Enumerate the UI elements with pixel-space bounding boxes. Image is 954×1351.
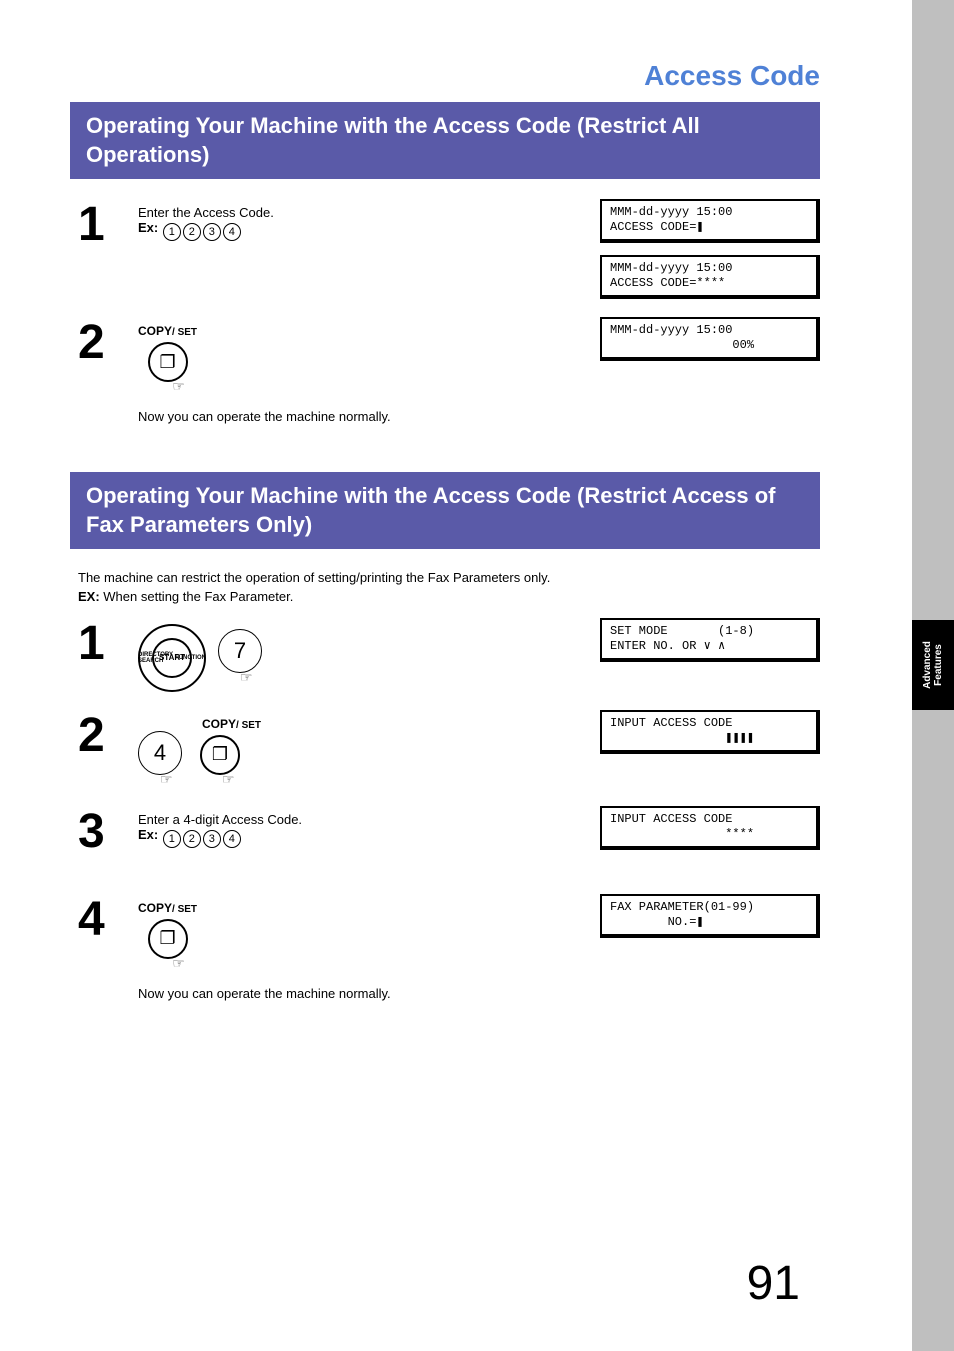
side-tab-line2: Features [933,644,944,686]
s1-step1-ex-label: Ex: [138,220,158,235]
s1-step1-lcd1: MMM-dd-yyyy 15:00 ACCESS CODE=❚ [600,199,820,243]
section2-intro-text: The machine can restrict the operation o… [78,570,550,585]
s2-step3-ex: Ex: 1234 [138,827,590,848]
s2-step4-after: Now you can operate the machine normally… [138,986,590,1001]
s2-step2: 2 COPY/ SET 4 ☞ ❐ ☞ INPUT ACCESS CODE [78,710,820,788]
copyset-button-icon: ❐ [200,735,240,775]
side-tab-line1: Advanced [922,641,933,689]
s2-step1: 1 DIRECTORY SEARCH START FUNCTION 7 ☞ SE… [78,618,820,692]
s2-step3-ex-label: Ex: [138,827,158,842]
s2-step1-lcd: SET MODE (1-8) ENTER NO. OR ∨ ∧ [600,618,820,662]
s1-step2-lcd: MMM-dd-yyyy 15:00 00% [600,317,820,361]
hand-icon: ☞ [222,771,240,788]
wheel-right-label: FUNCTION [175,655,206,661]
copyset-button-icon: ❐ [148,342,188,382]
copy-label: COPY [138,901,172,915]
key-4: 4 [223,830,241,848]
key-4: 4 [223,223,241,241]
s2-step4-num: 4 [78,894,138,941]
s1-step2-after: Now you can operate the machine normally… [138,409,590,424]
copyset-button-icon: ❐ [148,919,188,959]
hand-icon: ☞ [240,669,262,686]
key-3: 3 [203,830,221,848]
s2-step2-lcd: INPUT ACCESS CODE ❚❚❚❚ [600,710,820,754]
copy-label: COPY [138,324,172,338]
key-2: 2 [183,223,201,241]
s1-step1-body: Enter the Access Code. Ex: 1234 [138,199,600,241]
key-7: 7 [218,629,262,673]
key-2: 2 [183,830,201,848]
page-content: Access Code Operating Your Machine with … [0,0,860,1351]
s1-step1-ex: Ex: 1234 [138,220,590,241]
section2-intro-ex-text: When setting the Fax Parameter. [100,589,294,604]
section1-header: Operating Your Machine with the Access C… [70,102,820,179]
set-label: / SET [172,327,197,338]
section2-intro-ex-label: EX: [78,589,100,604]
s2-step3: 3 Enter a 4-digit Access Code. Ex: 1234 … [78,806,820,876]
key-1: 1 [163,830,181,848]
s2-step2-body: COPY/ SET 4 ☞ ❐ ☞ [138,710,600,788]
side-tab: Advanced Features [912,620,954,710]
s1-step1-lcd2: MMM-dd-yyyy 15:00 ACCESS CODE=**** [600,255,820,299]
s2-step3-body: Enter a 4-digit Access Code. Ex: 1234 [138,806,600,848]
key-4: 4 [138,731,182,775]
s1-step2: 2 COPY/ SET ❐ ☞ Now you can operate the … [78,317,820,424]
set-label: / SET [236,720,261,731]
set-label: / SET [172,904,197,915]
section2-intro: The machine can restrict the operation o… [78,569,820,605]
s1-step2-body: COPY/ SET ❐ ☞ Now you can operate the ma… [138,317,600,424]
s2-step4-lcd: FAX PARAMETER(01-99) NO.=❚ [600,894,820,938]
key-1: 1 [163,223,181,241]
s1-step1-num: 1 [78,199,138,246]
page-title: Access Code [0,60,860,92]
hand-icon: ☞ [160,771,182,788]
s2-step4-body: COPY/ SET ❐ ☞ Now you can operate the ma… [138,894,600,1001]
function-wheel-icon: DIRECTORY SEARCH START FUNCTION [138,624,206,692]
s2-step1-body: DIRECTORY SEARCH START FUNCTION 7 ☞ [138,618,600,692]
s2-step1-num: 1 [78,618,138,665]
s2-step3-num: 3 [78,806,138,853]
s2-step2-num: 2 [78,710,138,757]
s2-step3-text: Enter a 4-digit Access Code. [138,812,590,827]
s1-step1-text: Enter the Access Code. [138,205,590,220]
copy-label: COPY [202,717,236,731]
s2-step4: 4 COPY/ SET ❐ ☞ Now you can operate the … [78,894,820,1001]
s1-step2-num: 2 [78,317,138,364]
wheel-left-label: DIRECTORY SEARCH [138,652,173,664]
page-number: 91 [747,1256,800,1311]
s1-step1: 1 Enter the Access Code. Ex: 1234 MMM-dd… [78,199,820,299]
key-3: 3 [203,223,221,241]
s2-step3-lcd: INPUT ACCESS CODE **** [600,806,820,850]
section2-header: Operating Your Machine with the Access C… [70,472,820,549]
